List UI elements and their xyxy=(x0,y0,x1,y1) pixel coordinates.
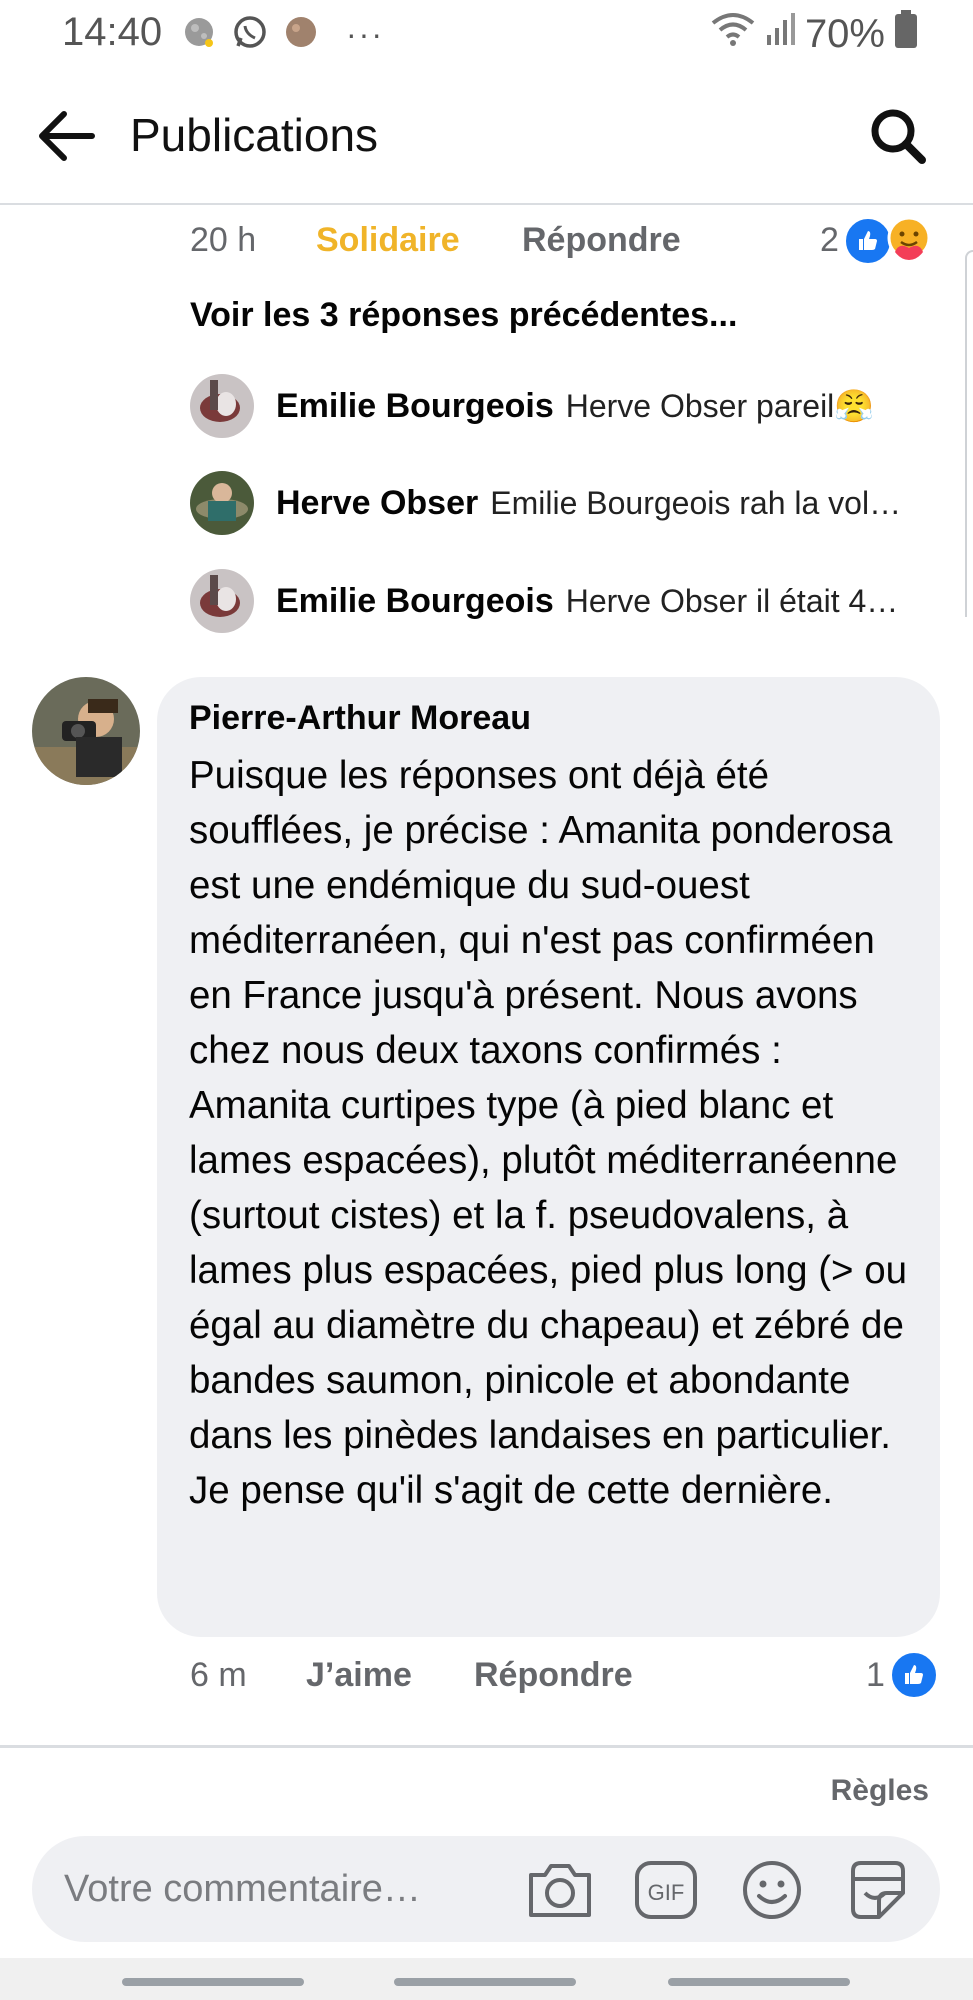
page-title: Publications xyxy=(130,109,379,161)
gif-label: GIF xyxy=(648,1880,685,1905)
reply-text: Herve Obser pareil😤 xyxy=(565,388,875,424)
comment-input[interactable] xyxy=(64,1864,504,1914)
moon-icon xyxy=(182,15,216,54)
status-left-icons: ··· xyxy=(182,14,384,54)
battery-icon xyxy=(895,10,917,58)
reply-text: Herve Obser il était 4… xyxy=(565,582,899,619)
like-count: 1 xyxy=(866,1655,885,1694)
nav-back-button[interactable] xyxy=(668,1978,850,1986)
search-icon xyxy=(871,109,926,164)
nav-home-button[interactable] xyxy=(394,1978,576,1986)
arrow-left-icon xyxy=(39,111,95,161)
reply-item[interactable]: Herve Obser Emilie Bourgeois rah la vol… xyxy=(190,471,950,535)
whatsapp-icon xyxy=(232,14,268,55)
comment-bubble[interactable]: Pierre-Arthur Moreau Puisque les réponse… xyxy=(157,677,940,1637)
camera-icon[interactable] xyxy=(526,1856,594,1924)
previous-comment-time: 20 h xyxy=(190,221,257,259)
avatar[interactable] xyxy=(190,471,254,535)
emoji-icon[interactable] xyxy=(738,1856,806,1924)
back-button[interactable] xyxy=(34,104,98,168)
signal-icon xyxy=(765,11,795,57)
like-button[interactable]: J’aime xyxy=(306,1656,412,1695)
more-notifications: ··· xyxy=(346,15,384,52)
app-icon xyxy=(284,15,318,54)
gif-button[interactable]: GIF xyxy=(632,1856,700,1924)
status-right: 70% xyxy=(711,10,917,58)
reply-author[interactable]: Emilie Bourgeois xyxy=(276,387,554,426)
search-button[interactable] xyxy=(866,104,930,168)
composer-divider xyxy=(0,1745,973,1748)
avatar[interactable] xyxy=(190,374,254,438)
comment-reactions[interactable]: 1 xyxy=(866,1650,939,1700)
previous-reply-button[interactable]: Répondre xyxy=(522,221,681,260)
reply-author[interactable]: Emilie Bourgeois xyxy=(276,582,554,621)
avatar[interactable] xyxy=(190,569,254,633)
scrollbar[interactable] xyxy=(965,250,973,617)
reply-button[interactable]: Répondre xyxy=(474,1656,633,1695)
header-divider xyxy=(0,203,973,205)
status-time: 14:40 xyxy=(62,10,163,54)
comment-text: Puisque les réponses ont déjà été souffl… xyxy=(189,754,908,1512)
sticker-icon[interactable] xyxy=(844,1856,912,1924)
reply-item[interactable]: Emilie Bourgeois Herve Obser il était 4… xyxy=(190,569,950,633)
comment-composer[interactable]: GIF xyxy=(32,1836,940,1942)
solidaire-button[interactable]: Solidaire xyxy=(316,221,460,260)
nav-recent-button[interactable] xyxy=(122,1978,304,1986)
view-previous-replies-link[interactable]: Voir les 3 réponses précédentes... xyxy=(190,296,737,335)
like-icon xyxy=(888,1650,939,1700)
previous-reactions[interactable]: 2 xyxy=(820,214,933,267)
comment-time: 6 m xyxy=(190,1656,247,1694)
wifi-icon xyxy=(711,11,755,57)
reply-item[interactable]: Emilie Bourgeois Herve Obser pareil😤 xyxy=(190,374,950,438)
comment-author-avatar[interactable] xyxy=(32,677,140,785)
reply-author[interactable]: Herve Obser xyxy=(276,484,478,523)
rules-link[interactable]: Règles xyxy=(831,1774,929,1808)
reply-text: Emilie Bourgeois rah la vol… xyxy=(490,484,902,521)
reaction-count: 2 xyxy=(820,221,839,259)
system-nav-bar xyxy=(0,1958,973,2000)
care-icon xyxy=(885,214,933,267)
battery-text: 70% xyxy=(804,11,885,56)
comment-author[interactable]: Pierre-Arthur Moreau xyxy=(189,699,908,738)
